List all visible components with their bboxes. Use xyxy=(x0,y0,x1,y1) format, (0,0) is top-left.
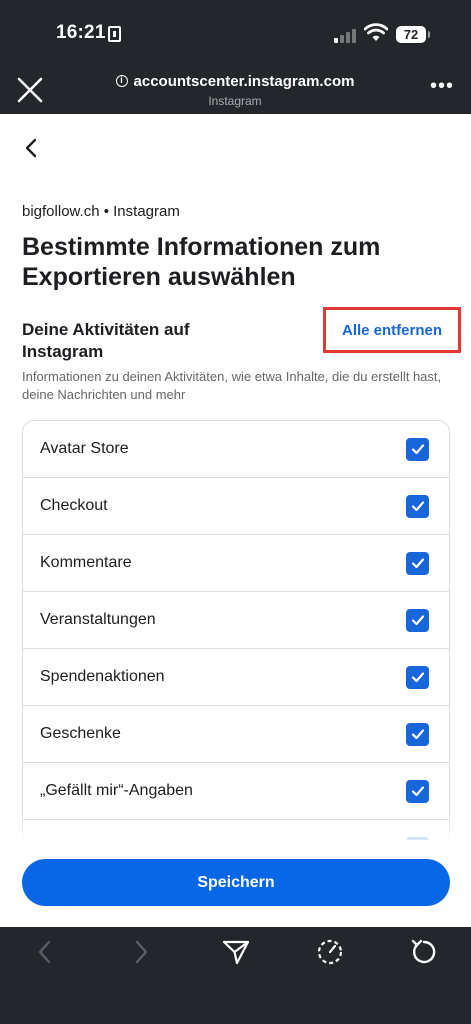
scroll-fade xyxy=(0,814,471,844)
arrow-left-icon[interactable] xyxy=(30,937,60,967)
activity-list: Avatar Store Checkout Kommentare Veranst… xyxy=(22,420,450,840)
loading-icon[interactable] xyxy=(315,937,345,967)
checkbox[interactable] xyxy=(406,665,429,689)
list-item-label: Checkout xyxy=(40,497,108,514)
list-item-label: Veranstaltungen xyxy=(40,611,156,628)
battery-level: 72 xyxy=(403,27,419,42)
list-item-label: „Gefällt mir“-Angaben xyxy=(40,782,193,799)
checkmark-icon xyxy=(411,672,424,683)
site-name: Instagram xyxy=(208,93,262,108)
list-item-kommentare[interactable]: Kommentare xyxy=(23,535,449,592)
send-icon[interactable] xyxy=(221,937,251,967)
wifi-icon xyxy=(364,23,388,41)
list-item-geschenke[interactable]: Geschenke xyxy=(23,706,449,763)
save-button[interactable]: Speichern xyxy=(22,859,450,906)
badge-icon xyxy=(108,26,121,42)
checkbox[interactable] xyxy=(406,551,429,575)
list-item-avatar-store[interactable]: Avatar Store xyxy=(23,421,449,478)
checkmark-icon xyxy=(411,786,424,797)
account-label: bigfollow.ch • Instagram xyxy=(22,203,180,220)
checkbox[interactable] xyxy=(406,722,429,746)
list-item-label: Avatar Store xyxy=(40,440,129,457)
checkmark-icon xyxy=(411,558,424,569)
checkbox[interactable] xyxy=(406,608,429,632)
checkmark-icon xyxy=(411,444,424,455)
checkmark-icon xyxy=(411,501,424,512)
more-icon[interactable]: ••• xyxy=(430,76,454,96)
list-item-spendenaktionen[interactable]: Spendenaktionen xyxy=(23,649,449,706)
page-content: bigfollow.ch • Instagram Bestimmte Infor… xyxy=(0,114,471,927)
browser-header: i accountscenter.instagram.com Instagram… xyxy=(0,64,471,114)
list-item-checkout[interactable]: Checkout xyxy=(23,478,449,535)
list-item-veranstaltungen[interactable]: Veranstaltungen xyxy=(23,592,449,649)
section-title: Deine Aktivitäten auf Instagram xyxy=(22,320,190,361)
browser-toolbar xyxy=(0,927,471,1024)
chevron-left-icon[interactable] xyxy=(18,134,46,162)
checkbox[interactable] xyxy=(406,779,429,803)
battery-indicator: 72 xyxy=(396,26,430,43)
checkbox[interactable] xyxy=(406,437,429,461)
status-bar: 16:21 72 xyxy=(0,0,471,64)
list-item-label: Geschenke xyxy=(40,725,121,742)
checkmark-icon xyxy=(411,729,424,740)
info-icon[interactable]: i xyxy=(115,75,128,87)
list-item-label: Kommentare xyxy=(40,554,132,571)
cellular-signal-icon xyxy=(334,27,358,43)
address-bar[interactable]: i accountscenter.instagram.com Instagram xyxy=(90,70,380,108)
remove-all-button[interactable]: Alle entfernen xyxy=(323,307,461,353)
checkbox[interactable] xyxy=(406,494,429,518)
checkmark-icon xyxy=(411,615,424,626)
url-text: accountscenter.instagram.com xyxy=(133,72,355,90)
section-description: Informationen zu deinen Aktivitäten, wie… xyxy=(22,369,442,402)
list-item-label: Spendenaktionen xyxy=(40,668,165,685)
arrow-right-icon[interactable] xyxy=(126,937,156,967)
page-title: Bestimmte Informationen zum Exportieren … xyxy=(22,233,381,291)
list-item-gefaellt-mir[interactable]: „Gefällt mir“-Angaben xyxy=(23,763,449,820)
close-icon[interactable] xyxy=(14,76,46,104)
status-time: 16:21 xyxy=(56,22,106,43)
reload-icon[interactable] xyxy=(409,937,439,967)
